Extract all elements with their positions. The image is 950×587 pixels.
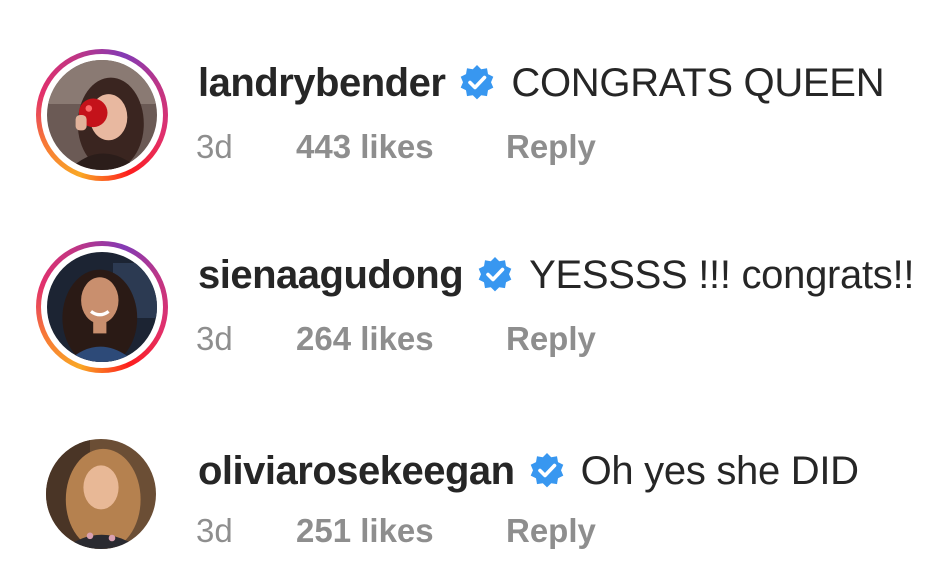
comment-line: sienaagudong YESSSS !!! congrats!! — [198, 250, 914, 300]
reply-button[interactable]: Reply — [506, 512, 596, 550]
comment-line: oliviarosekeegan Oh yes she DID — [198, 446, 859, 496]
avatar — [47, 60, 157, 170]
comment-line: landrybender CONGRATS QUEEN — [198, 58, 885, 108]
avatar[interactable] — [46, 439, 156, 549]
comment-text: YESSSS !!! congrats!! — [529, 252, 915, 297]
comment-item: sienaagudong YESSSS !!! congrats!! 3d 26… — [0, 192, 950, 382]
verified-badge-icon — [475, 255, 515, 295]
likes-count-button[interactable]: 443 likes — [296, 128, 434, 166]
username-link[interactable]: sienaagudong — [198, 253, 464, 298]
username-link[interactable]: landrybender — [198, 61, 446, 106]
likes-count-button[interactable]: 264 likes — [296, 320, 434, 358]
comment-text: CONGRATS QUEEN — [511, 60, 885, 105]
verified-badge-icon — [457, 63, 497, 103]
comment-text: Oh yes she DID — [580, 448, 859, 493]
comment-timestamp: 3d — [196, 512, 233, 549]
username-link[interactable]: oliviarosekeegan — [198, 449, 515, 494]
reply-button[interactable]: Reply — [506, 320, 596, 358]
comment-item: landrybender CONGRATS QUEEN 3d 443 likes… — [0, 0, 950, 190]
avatar-story-ring[interactable] — [36, 241, 168, 373]
avatar-story-ring[interactable] — [36, 49, 168, 181]
comment-item: oliviarosekeegan Oh yes she DID 3d 251 l… — [0, 384, 950, 574]
avatar — [47, 252, 157, 362]
reply-button[interactable]: Reply — [506, 128, 596, 166]
verified-badge-icon — [527, 451, 567, 491]
likes-count-button[interactable]: 251 likes — [296, 512, 434, 550]
comment-timestamp: 3d — [196, 320, 233, 357]
comment-timestamp: 3d — [196, 128, 233, 165]
